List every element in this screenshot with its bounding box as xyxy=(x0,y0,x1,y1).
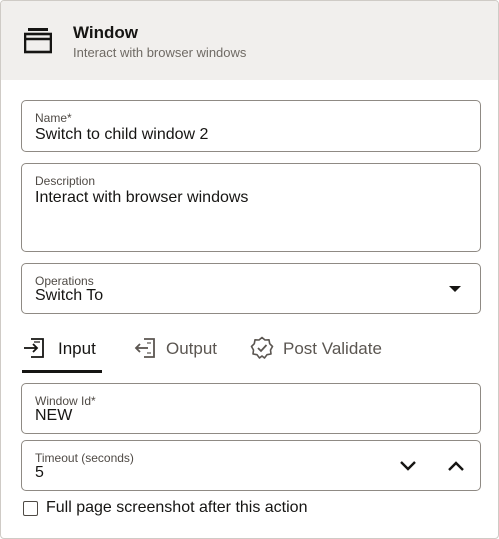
decrement-chevron-down-icon[interactable] xyxy=(399,459,417,473)
active-tab-indicator xyxy=(22,370,102,373)
increment-chevron-up-icon[interactable] xyxy=(447,459,465,473)
post-validate-icon xyxy=(250,336,274,359)
window-id-field-value: NEW xyxy=(35,407,73,424)
description-field[interactable]: Description Interact with browser window… xyxy=(21,163,481,252)
tab-output-label: Output xyxy=(166,339,218,358)
tab-post-validate[interactable]: Post Validate xyxy=(250,334,385,374)
chevron-down-icon[interactable] xyxy=(449,286,461,292)
input-icon xyxy=(24,338,44,358)
name-field[interactable]: Name* Switch to child window 2 xyxy=(21,100,481,152)
tab-output[interactable]: Output xyxy=(134,334,224,374)
timeout-stepper-label: Timeout (seconds) xyxy=(35,451,134,465)
timeout-stepper[interactable]: Timeout (seconds) 5 xyxy=(21,440,481,491)
window-id-field[interactable]: Window Id* NEW xyxy=(21,383,481,434)
description-field-label: Description xyxy=(35,174,96,188)
window-id-field-label: Window Id* xyxy=(35,394,96,408)
name-field-label: Name* xyxy=(35,111,72,125)
window-action-panel: Window Interact with browser windows Nam… xyxy=(0,0,499,539)
operations-select[interactable]: Operations Switch To xyxy=(21,263,481,314)
tab-post-validate-label: Post Validate xyxy=(283,339,382,358)
full-page-screenshot-label[interactable]: Full page screenshot after this action xyxy=(46,499,307,517)
header-subtitle: Interact with browser windows xyxy=(73,45,247,60)
tab-input[interactable]: Input xyxy=(22,334,104,374)
tab-input-label: Input xyxy=(58,339,96,358)
full-page-screenshot-checkbox[interactable] xyxy=(23,501,38,516)
window-stack-icon xyxy=(24,28,52,54)
output-icon xyxy=(134,338,155,358)
timeout-stepper-value: 5 xyxy=(35,464,44,481)
description-field-value: Interact with browser windows xyxy=(35,189,249,206)
header-title: Window xyxy=(73,23,138,42)
operations-select-label: Operations xyxy=(35,274,94,288)
operations-select-value: Switch To xyxy=(35,287,104,304)
name-field-value: Switch to child window 2 xyxy=(35,126,209,143)
panel-header: Window Interact with browser windows xyxy=(1,1,498,80)
